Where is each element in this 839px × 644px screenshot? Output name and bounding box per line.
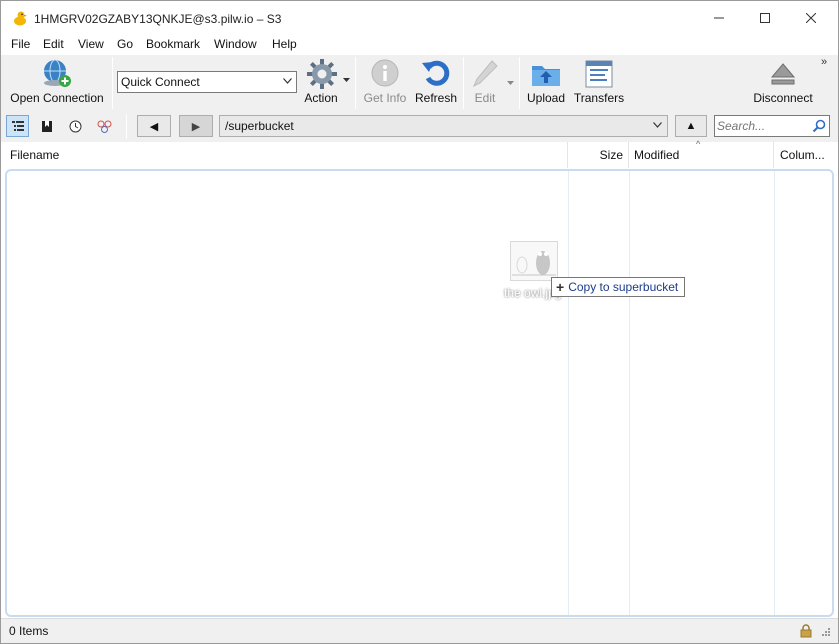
dropdown-arrow-icon	[343, 78, 350, 82]
item-count: 0 Items	[9, 624, 49, 638]
get-info-label: Get Info	[363, 91, 407, 105]
chevron-down-icon	[283, 78, 292, 84]
column-gridline	[774, 171, 775, 615]
upload-button[interactable]: Upload	[523, 55, 569, 111]
search-icon	[812, 119, 826, 133]
transfers-label: Transfers	[573, 91, 625, 105]
action-label: Action	[304, 91, 338, 105]
transfers-button[interactable]: Transfers	[571, 55, 627, 111]
pencil-icon	[473, 60, 498, 88]
app-window: 1HMGRV02GZABY13QNKJE@s3.pilw.io – S3 Fil…	[0, 0, 839, 644]
menu-view[interactable]: View	[78, 37, 104, 51]
open-connection-button[interactable]: Open Connection	[5, 55, 109, 111]
history-view-icon	[69, 120, 82, 132]
toolbar-overflow-button[interactable]: »	[821, 56, 827, 68]
maximize-button[interactable]	[742, 1, 788, 35]
close-icon	[806, 13, 816, 23]
duck-icon	[14, 11, 27, 26]
edit-button[interactable]: Edit	[467, 55, 517, 111]
navbar-separator	[126, 114, 127, 139]
dropdown-arrow-icon	[507, 81, 514, 85]
minimize-button[interactable]	[696, 1, 742, 35]
chevron-down-icon	[653, 122, 662, 128]
refresh-icon	[422, 60, 450, 86]
column-size[interactable]: Size	[568, 142, 629, 168]
browser-view-button[interactable]	[6, 115, 29, 137]
drop-tooltip: + Copy to superbucket	[551, 277, 686, 297]
refresh-label: Refresh	[414, 91, 458, 105]
lock-icon	[800, 624, 812, 638]
menu-bookmark[interactable]: Bookmark	[146, 37, 200, 51]
refresh-button[interactable]: Refresh	[413, 55, 459, 111]
menu-help[interactable]: Help	[272, 37, 297, 51]
menu-file[interactable]: File	[11, 37, 30, 51]
navigation-bar: ◀ ▶ /superbucket ▲	[1, 111, 838, 142]
column-size-label: Size	[599, 148, 623, 162]
get-info-button[interactable]: Get Info	[359, 55, 411, 111]
quick-connect-combo[interactable]: Quick Connect	[117, 71, 297, 93]
toolbar-separator	[519, 57, 520, 109]
sort-indicator-icon: ^	[696, 139, 701, 149]
drag-thumbnail-icon	[510, 241, 558, 281]
menu-edit[interactable]: Edit	[43, 37, 64, 51]
file-list[interactable]	[5, 169, 834, 617]
gear-icon	[307, 59, 337, 89]
forward-button[interactable]: ▶	[179, 115, 213, 137]
open-connection-label: Open Connection	[10, 91, 104, 105]
close-button[interactable]	[788, 1, 834, 35]
search-input[interactable]	[717, 118, 811, 134]
disconnect-button[interactable]: Disconnect	[749, 55, 817, 111]
column-header: Filename Size Modified ^ Colum...	[1, 139, 838, 168]
path-selector[interactable]: /superbucket	[219, 115, 668, 137]
column-filename[interactable]: Filename	[1, 142, 568, 168]
menu-bar: File Edit View Go Bookmark Window Help	[1, 35, 838, 55]
column-chooser-label: Colum...	[780, 148, 825, 162]
toolbar: Open Connection Quick Connect Action Get…	[1, 55, 838, 111]
upload-label: Upload	[526, 91, 566, 105]
drop-tooltip-text: Copy to superbucket	[568, 280, 679, 294]
quick-connect-label: Quick Connect	[121, 75, 200, 89]
status-bar: 0 Items	[1, 618, 838, 643]
column-gridline	[568, 171, 569, 615]
browser-view-icon	[11, 121, 24, 131]
column-modified-label: Modified	[634, 148, 680, 162]
resize-grip-icon[interactable]	[821, 627, 831, 637]
back-button[interactable]: ◀	[137, 115, 171, 137]
title-bar: 1HMGRV02GZABY13QNKJE@s3.pilw.io – S3	[1, 1, 838, 35]
menu-window[interactable]: Window	[214, 37, 257, 51]
column-modified[interactable]: Modified	[629, 142, 774, 168]
disconnect-label: Disconnect	[753, 91, 813, 105]
history-view-button[interactable]	[64, 115, 87, 137]
maximize-icon	[760, 13, 770, 23]
bonjour-view-icon	[97, 120, 112, 133]
toolbar-separator	[355, 57, 356, 109]
copy-plus-icon: +	[556, 279, 565, 295]
bookmarks-view-icon	[41, 120, 52, 132]
search-field[interactable]	[714, 115, 830, 137]
column-gridline	[629, 171, 630, 615]
minimize-icon	[714, 17, 724, 19]
upload-folder-icon	[532, 66, 560, 86]
action-button[interactable]: Action	[298, 55, 354, 111]
parent-directory-button[interactable]: ▲	[675, 115, 707, 137]
bonjour-view-button[interactable]	[93, 115, 116, 137]
bookmarks-view-button[interactable]	[35, 115, 58, 137]
column-filename-label: Filename	[10, 148, 60, 162]
current-path: /superbucket	[225, 119, 294, 133]
info-icon	[371, 59, 399, 87]
window-title: 1HMGRV02GZABY13QNKJE@s3.pilw.io – S3	[34, 12, 282, 26]
edit-label: Edit	[474, 91, 496, 105]
eject-icon	[770, 63, 796, 85]
toolbar-separator	[463, 57, 464, 109]
globe-add-icon	[44, 59, 71, 87]
column-chooser[interactable]: Colum...	[774, 142, 838, 168]
transfers-icon	[585, 60, 613, 88]
toolbar-separator	[112, 57, 113, 109]
menu-go[interactable]: Go	[117, 37, 133, 51]
